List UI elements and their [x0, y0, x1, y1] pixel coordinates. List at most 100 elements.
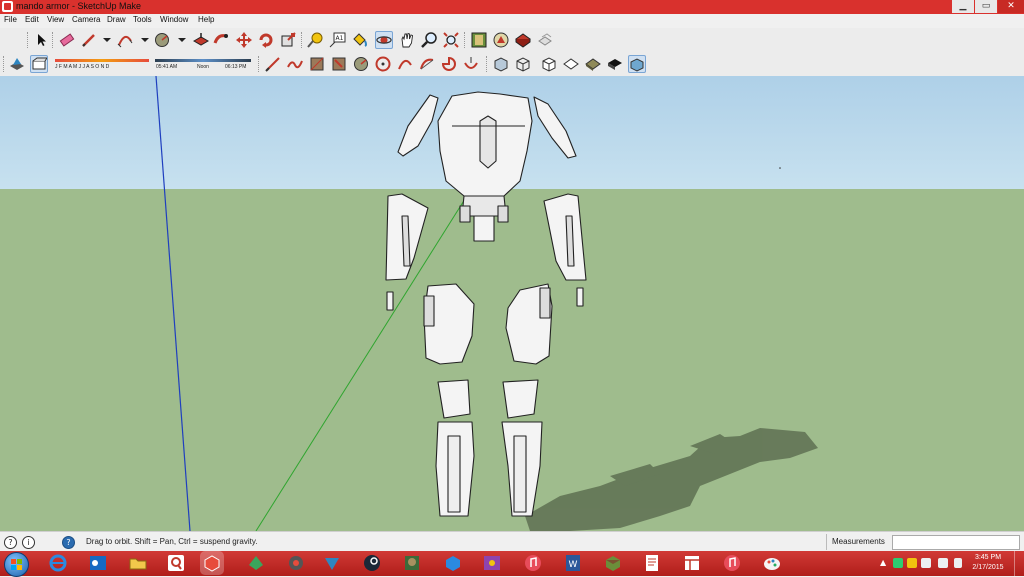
- tray-volume-icon[interactable]: [938, 558, 948, 568]
- sketchup-taskbar-icon[interactable]: [202, 553, 222, 573]
- app-green-icon[interactable]: [246, 553, 266, 573]
- toolbar-grip[interactable]: [486, 56, 490, 72]
- follow-me-icon[interactable]: [212, 31, 230, 49]
- tray-expand-icon[interactable]: ▲: [880, 558, 886, 567]
- shadows-toggle-icon[interactable]: [8, 55, 26, 73]
- select-arrow-icon[interactable]: [32, 31, 50, 49]
- app-cube-icon[interactable]: [443, 553, 463, 573]
- shaded-textures-icon[interactable]: [584, 55, 602, 73]
- tray-app-icon[interactable]: [893, 558, 903, 568]
- tray-network-icon[interactable]: [921, 558, 931, 568]
- itunes-icon[interactable]: [523, 553, 543, 573]
- minecraft-icon[interactable]: [603, 553, 623, 573]
- menu-help[interactable]: Help: [198, 15, 214, 24]
- pie-icon[interactable]: [440, 55, 458, 73]
- show-desktop-button[interactable]: [1014, 551, 1024, 576]
- arc-icon[interactable]: [116, 31, 134, 49]
- file-explorer-icon[interactable]: [128, 553, 148, 573]
- sketchup-logo-icon[interactable]: [2, 1, 13, 12]
- text-icon[interactable]: A1: [328, 31, 346, 49]
- paint-icon[interactable]: [762, 553, 782, 573]
- layout-icon[interactable]: [536, 31, 554, 49]
- minimize-button[interactable]: ▁: [952, 0, 974, 13]
- itunes-icon-2[interactable]: [722, 553, 742, 573]
- tape-measure-icon[interactable]: [306, 31, 324, 49]
- measurements-input[interactable]: [892, 535, 1020, 550]
- status-separator: [826, 534, 827, 550]
- internet-explorer-icon[interactable]: [48, 553, 68, 573]
- orbit-icon[interactable]: [375, 31, 393, 49]
- extension-warehouse-icon[interactable]: [514, 31, 532, 49]
- app-photo-icon[interactable]: [482, 553, 502, 573]
- word-icon[interactable]: W: [563, 553, 583, 573]
- menu-view[interactable]: View: [47, 15, 64, 24]
- help-icon[interactable]: ?: [62, 536, 75, 549]
- game-avatar-icon[interactable]: [402, 553, 422, 573]
- rotate-icon[interactable]: [257, 31, 275, 49]
- menu-window[interactable]: Window: [160, 15, 188, 24]
- tray-alert-icon[interactable]: [907, 558, 917, 568]
- menu-tools[interactable]: Tools: [133, 15, 152, 24]
- eraser-icon[interactable]: [58, 31, 76, 49]
- zoom-extents-icon[interactable]: [442, 31, 460, 49]
- model-scene[interactable]: [0, 76, 1024, 531]
- chevron-down-icon[interactable]: [173, 31, 186, 49]
- date-slider[interactable]: [55, 59, 149, 62]
- chevron-down-icon[interactable]: [98, 31, 111, 49]
- add-detail-icon[interactable]: [374, 55, 392, 73]
- start-button[interactable]: [4, 552, 29, 577]
- toolbar-grip[interactable]: [258, 56, 262, 72]
- toolbar-grip[interactable]: [3, 56, 7, 72]
- toolbar-grip[interactable]: [27, 32, 31, 48]
- hidden-line-icon[interactable]: [540, 55, 558, 73]
- warehouse-icon[interactable]: [492, 31, 510, 49]
- pan-icon[interactable]: [398, 31, 416, 49]
- app-blue-icon[interactable]: [322, 553, 342, 573]
- menu-file[interactable]: File: [4, 15, 17, 24]
- toolbar-grip[interactable]: [301, 32, 305, 48]
- flip-edge-icon[interactable]: [396, 55, 414, 73]
- paint-bucket-icon[interactable]: [350, 31, 368, 49]
- shape-circle-icon[interactable]: [153, 31, 171, 49]
- monochrome-icon[interactable]: [606, 55, 624, 73]
- sandbox-from-contours-icon[interactable]: [264, 55, 282, 73]
- chevron-down-icon[interactable]: [136, 31, 149, 49]
- wireframe-icon[interactable]: [514, 55, 532, 73]
- menu-edit[interactable]: Edit: [25, 15, 39, 24]
- zoom-icon[interactable]: [420, 31, 438, 49]
- steam-icon[interactable]: [362, 553, 382, 573]
- push-pull-icon[interactable]: [192, 31, 210, 49]
- toolbar-grip[interactable]: [52, 32, 56, 48]
- model-info-icon[interactable]: [470, 31, 488, 49]
- outlook-icon[interactable]: [88, 553, 108, 573]
- toolbar-grip[interactable]: [464, 32, 468, 48]
- tray-flag-icon[interactable]: [954, 558, 962, 568]
- menu-bar: File Edit View Camera Draw Tools Window …: [0, 14, 1024, 29]
- stamp-icon[interactable]: [330, 55, 348, 73]
- shaded-icon[interactable]: [562, 55, 580, 73]
- info-icon[interactable]: ?: [4, 536, 17, 549]
- maximize-button[interactable]: ▭: [975, 0, 997, 13]
- active-style-icon[interactable]: [628, 55, 646, 73]
- 3pt-arc-icon[interactable]: [462, 55, 480, 73]
- menu-draw[interactable]: Draw: [107, 15, 126, 24]
- model-viewport[interactable]: [0, 76, 1024, 531]
- move-icon[interactable]: [235, 31, 253, 49]
- taskbar-clock[interactable]: 3:45 PM 2/17/2015: [968, 553, 1008, 573]
- app-layout-icon[interactable]: [682, 553, 702, 573]
- drape-icon[interactable]: [352, 55, 370, 73]
- xray-icon[interactable]: [492, 55, 510, 73]
- app-target-icon[interactable]: [286, 553, 306, 573]
- smoove-icon[interactable]: [308, 55, 326, 73]
- time-slider[interactable]: [155, 59, 251, 62]
- sandbox-from-scratch-icon[interactable]: [286, 55, 304, 73]
- app-doc-icon[interactable]: [642, 553, 662, 573]
- credits-icon[interactable]: i: [22, 536, 35, 549]
- scale-icon[interactable]: [279, 31, 297, 49]
- arc-2pt-icon[interactable]: [418, 55, 436, 73]
- menu-camera[interactable]: Camera: [72, 15, 100, 24]
- fog-icon[interactable]: [30, 55, 48, 73]
- close-button[interactable]: ✕: [998, 0, 1024, 13]
- quicken-icon[interactable]: [166, 553, 186, 573]
- pencil-line-icon[interactable]: [80, 31, 98, 49]
